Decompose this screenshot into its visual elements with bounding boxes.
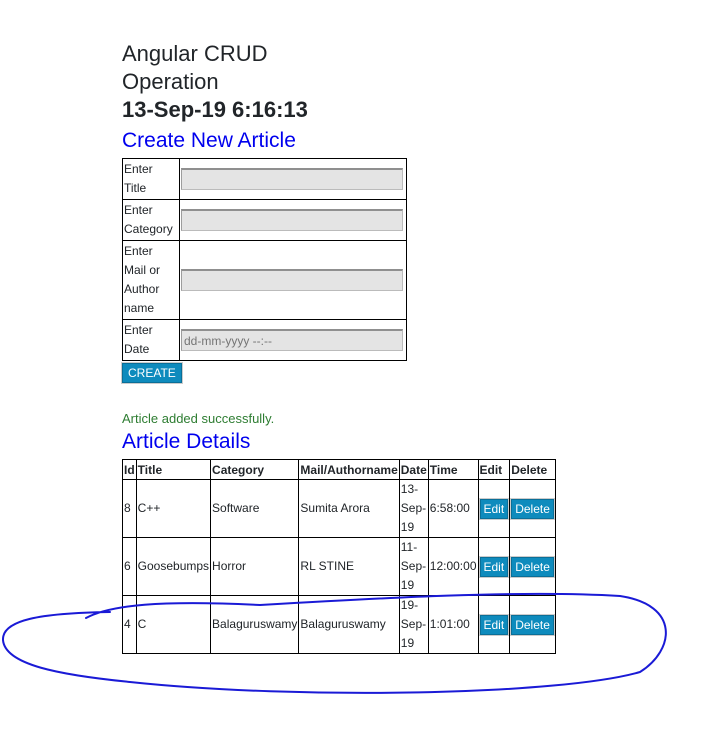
cell-title: Goosebumps <box>135 537 212 596</box>
date-input[interactable] <box>181 329 403 351</box>
create-article-form: Enter Title Enter Category Enter Mail or… <box>122 158 407 361</box>
column-header-time: Time <box>427 459 479 480</box>
cell-time: 1:01:00 <box>427 595 479 654</box>
category-row: Enter Category <box>122 199 407 241</box>
status-message: Article added successfully. <box>122 411 275 426</box>
column-header-delete: Delete <box>509 459 556 480</box>
cell-category: Balaguruswamy <box>210 595 300 654</box>
create-button[interactable]: CREATE <box>122 363 182 383</box>
app-title-line-1: Angular CRUD <box>122 41 268 66</box>
delete-button[interactable]: Delete <box>511 614 554 635</box>
delete-button[interactable]: Delete <box>511 498 554 519</box>
app-title-line-2: Operation <box>122 69 219 94</box>
category-label: Enter Category <box>122 199 180 241</box>
column-header-author: Mail/Authorname <box>298 459 400 480</box>
page-content: Angular CRUD Operation 13-Sep-19 6:16:13… <box>122 40 602 654</box>
column-header-edit: Edit <box>477 459 511 480</box>
cell-date: 13- Sep- 19 <box>398 479 429 538</box>
author-row: Enter Mail or Author name <box>122 240 407 320</box>
author-label: Enter Mail or Author name <box>122 240 180 320</box>
column-header-date: Date <box>398 459 429 480</box>
date-row: Enter Date <box>122 319 407 361</box>
title-input[interactable] <box>181 168 403 190</box>
edit-button[interactable]: Edit <box>479 556 509 577</box>
edit-button[interactable]: Edit <box>479 498 509 519</box>
cell-date: 19- Sep- 19 <box>398 595 429 654</box>
articles-table: Id Title Category Mail/Authorname Date T… <box>122 459 556 654</box>
cell-id: 8 <box>122 479 137 538</box>
cell-category: Horror <box>210 537 300 596</box>
title-row: Enter Title <box>122 158 407 200</box>
table-row: 4 C Balaguruswamy Balaguruswamy 19- Sep-… <box>122 595 556 654</box>
delete-button[interactable]: Delete <box>511 556 554 577</box>
article-details-heading: Article Details <box>122 430 251 453</box>
cell-date: 11- Sep- 19 <box>398 537 429 596</box>
date-label: Enter Date <box>122 319 180 361</box>
current-datetime: 13-Sep-19 6:16:13 <box>122 97 308 122</box>
column-header-category: Category <box>210 459 300 480</box>
column-header-id: Id <box>122 459 137 480</box>
cell-id: 4 <box>122 595 137 654</box>
category-input[interactable] <box>181 209 403 231</box>
table-header-row: Id Title Category Mail/Authorname Date T… <box>122 459 556 480</box>
title-label: Enter Title <box>122 158 180 200</box>
cell-author: RL STINE <box>298 537 400 596</box>
cell-time: 6:58:00 <box>427 479 479 538</box>
cell-author: Balaguruswamy <box>298 595 400 654</box>
cell-id: 6 <box>122 537 137 596</box>
author-input[interactable] <box>181 269 403 291</box>
cell-time: 12:00:00 <box>427 537 479 596</box>
cell-author: Sumita Arora <box>298 479 400 538</box>
edit-button[interactable]: Edit <box>479 614 509 635</box>
column-header-title: Title <box>135 459 212 480</box>
cell-title: C++ <box>135 479 212 538</box>
cell-category: Software <box>210 479 300 538</box>
table-row: 6 Goosebumps Horror RL STINE 11- Sep- 19… <box>122 537 556 596</box>
create-article-heading: Create New Article <box>122 129 296 152</box>
cell-title: C <box>135 595 212 654</box>
table-row: 8 C++ Software Sumita Arora 13- Sep- 19 … <box>122 479 556 538</box>
